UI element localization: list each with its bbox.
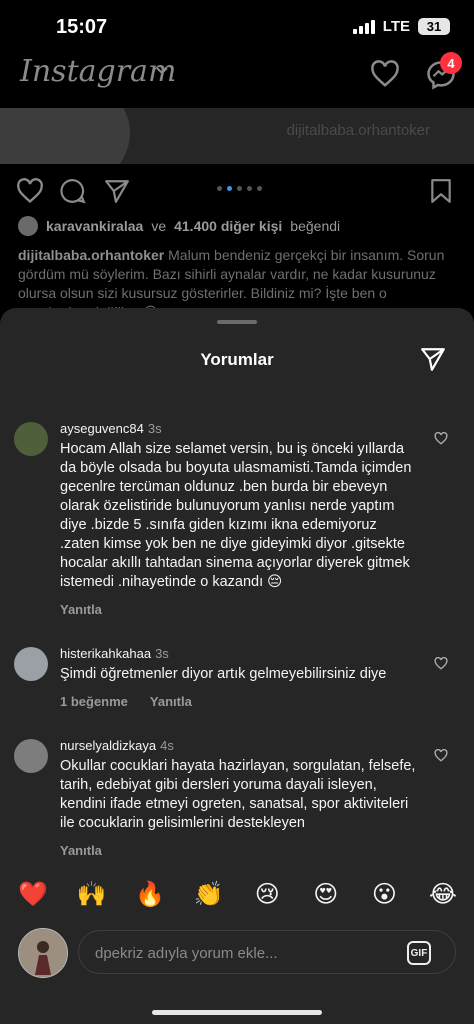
comment-list[interactable]: ayseguvenc84 3s Hocam Allah size selamet … bbox=[0, 404, 474, 870]
post-caption: dijitalbaba.orhantoker Malum bendeniz ge… bbox=[18, 246, 458, 308]
comment-like-icon[interactable] bbox=[434, 749, 448, 762]
emoji-button[interactable]: 😍 bbox=[309, 878, 343, 912]
avatar[interactable] bbox=[14, 422, 48, 456]
comment-actions: Yanıtla bbox=[60, 843, 420, 858]
sheet-title: Yorumlar bbox=[200, 350, 274, 369]
avatar bbox=[19, 929, 67, 977]
heart-icon[interactable] bbox=[370, 60, 400, 88]
post-image-shape bbox=[0, 108, 130, 164]
network-label: LTE bbox=[382, 18, 410, 35]
comment-time: 4s bbox=[160, 738, 174, 753]
gif-button[interactable]: GIF bbox=[407, 941, 431, 965]
likes-summary: karavankiralaa ve 41.400 diğer kişi beğe… bbox=[18, 216, 340, 236]
emoji-button[interactable]: 👏 bbox=[192, 878, 226, 912]
reply-button[interactable]: Yanıtla bbox=[60, 843, 102, 858]
comment-text: Hocam Allah size selamet versin, bu iş ö… bbox=[60, 441, 412, 590]
comment-username[interactable]: nurselyaldizkaya bbox=[60, 738, 156, 753]
instagram-logo[interactable]: Instagram bbox=[20, 54, 176, 89]
comment-text: Şimdi öğretmenler diyor artık gelmeyebil… bbox=[60, 666, 387, 682]
likes-suffix: beğendi bbox=[290, 218, 341, 234]
emoji-button[interactable]: ❤️ bbox=[16, 878, 50, 912]
comment-icon[interactable] bbox=[60, 178, 86, 204]
reply-button[interactable]: Yanıtla bbox=[150, 694, 192, 709]
comment-username[interactable]: ayseguvenc84 bbox=[60, 421, 144, 436]
comment-actions: 1 beğenme Yanıtla bbox=[60, 694, 420, 709]
home-indicator bbox=[152, 1010, 322, 1015]
comment-time: 3s bbox=[147, 421, 162, 436]
list-item: nurselyaldizkaya 4s Okullar cocuklari hay… bbox=[0, 737, 474, 858]
current-user-avatar bbox=[18, 928, 68, 978]
emoji-button[interactable]: 😂 bbox=[426, 878, 460, 912]
likes-connector: ve bbox=[151, 218, 167, 234]
comment-like-icon[interactable] bbox=[434, 657, 448, 670]
comment-text: Okullar cocuklari hayata hazirlayan, sor… bbox=[60, 758, 416, 831]
chevron-down-icon[interactable] bbox=[155, 64, 169, 78]
avatar[interactable] bbox=[14, 647, 48, 681]
post-watermark: dijitalbaba.orhantoker bbox=[286, 122, 430, 139]
comment-header: ayseguvenc84 3s bbox=[60, 420, 420, 438]
emoji-button[interactable]: 🙌 bbox=[75, 878, 109, 912]
comment-like-icon[interactable] bbox=[434, 432, 448, 445]
likes-count[interactable]: 41.400 diğer kişi bbox=[174, 218, 282, 234]
post-image: dijitalbaba.orhantoker bbox=[0, 108, 474, 164]
status-time: 15:07 bbox=[56, 16, 108, 38]
status-indicators: LTE 31 bbox=[352, 18, 450, 35]
comment-input[interactable] bbox=[95, 931, 395, 975]
carousel-dots bbox=[217, 186, 262, 191]
signal-icon bbox=[352, 19, 375, 34]
likes-user[interactable]: karavankiralaa bbox=[46, 218, 143, 234]
comment-actions: Yanıtla bbox=[60, 602, 420, 617]
list-item: ayseguvenc84 3s Hocam Allah size selamet … bbox=[0, 420, 474, 617]
share-icon[interactable] bbox=[104, 178, 130, 204]
comments-sheet: Yorumlar ayseguvenc84 3s Hocam Allah size… bbox=[0, 308, 474, 1024]
emoji-button[interactable]: 🔥 bbox=[133, 878, 167, 912]
list-item: histerikahkahaa 3s Şimdi öğretmenler diyo… bbox=[0, 645, 474, 709]
comment-header: nurselyaldizkaya 4s bbox=[60, 737, 420, 755]
comment-input-box[interactable]: GIF bbox=[78, 930, 456, 975]
emoji-button[interactable]: 😮 bbox=[367, 878, 401, 912]
comment-username[interactable]: histerikahkahaa bbox=[60, 646, 151, 661]
reply-button[interactable]: Yanıtla bbox=[60, 602, 102, 617]
emoji-button[interactable]: 😢 bbox=[250, 878, 284, 912]
messages-badge: 4 bbox=[440, 52, 462, 74]
avatar[interactable] bbox=[14, 739, 48, 773]
quick-emoji-bar: ❤️ 🙌 🔥 👏 😢 😍 😮 😂 bbox=[16, 878, 460, 912]
like-icon[interactable] bbox=[16, 178, 44, 204]
comment-header: histerikahkahaa 3s bbox=[60, 645, 420, 663]
comment-time: 3s bbox=[155, 646, 169, 661]
send-icon[interactable] bbox=[420, 346, 446, 372]
bookmark-icon[interactable] bbox=[430, 178, 452, 204]
drag-handle[interactable] bbox=[217, 320, 257, 324]
caption-username[interactable]: dijitalbaba.orhantoker bbox=[18, 247, 164, 263]
battery-indicator: 31 bbox=[418, 18, 450, 35]
comment-likes[interactable]: 1 beğenme bbox=[60, 694, 128, 709]
avatar bbox=[18, 216, 38, 236]
